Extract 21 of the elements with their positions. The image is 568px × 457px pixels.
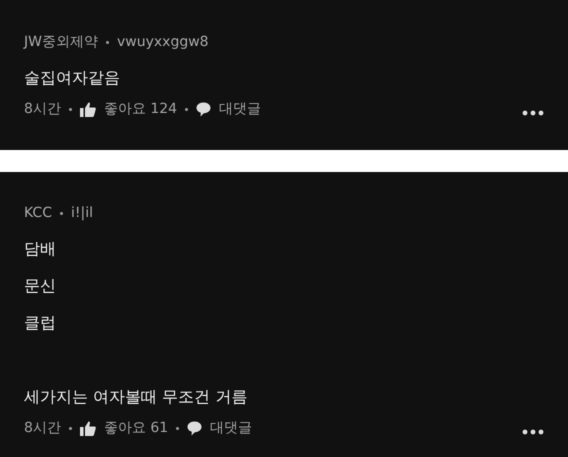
speech-bubble-icon[interactable]: [196, 102, 212, 116]
comment-text: 문신: [24, 275, 57, 297]
more-options-icon[interactable]: [522, 110, 544, 116]
like-count[interactable]: 좋아요 124: [104, 100, 178, 118]
thumbs-up-icon[interactable]: [80, 102, 96, 116]
timestamp: 8시간: [24, 100, 61, 118]
reply-link[interactable]: 대댓글: [210, 419, 252, 437]
comment-text: 클럽: [24, 312, 57, 334]
speech-bubble-icon[interactable]: [187, 420, 202, 436]
nickname: i!|il: [70, 205, 93, 221]
comment-text: 세가지는 여자볼때 무조건 거름: [24, 386, 248, 408]
thumbs-up-icon[interactable]: [80, 420, 96, 436]
reply-link[interactable]: 대댓글: [219, 100, 262, 118]
like-count[interactable]: 좋아요 61: [104, 419, 168, 437]
company-name: KCC: [24, 205, 52, 221]
comment-text: 담배: [24, 238, 57, 260]
timestamp: 8시간: [24, 419, 61, 437]
more-options-icon[interactable]: [522, 429, 544, 435]
nickname: vwuyxxggw8: [116, 34, 209, 50]
company-name: JW중외제약: [24, 33, 98, 51]
comment-text: 술집여자같음: [24, 67, 121, 89]
